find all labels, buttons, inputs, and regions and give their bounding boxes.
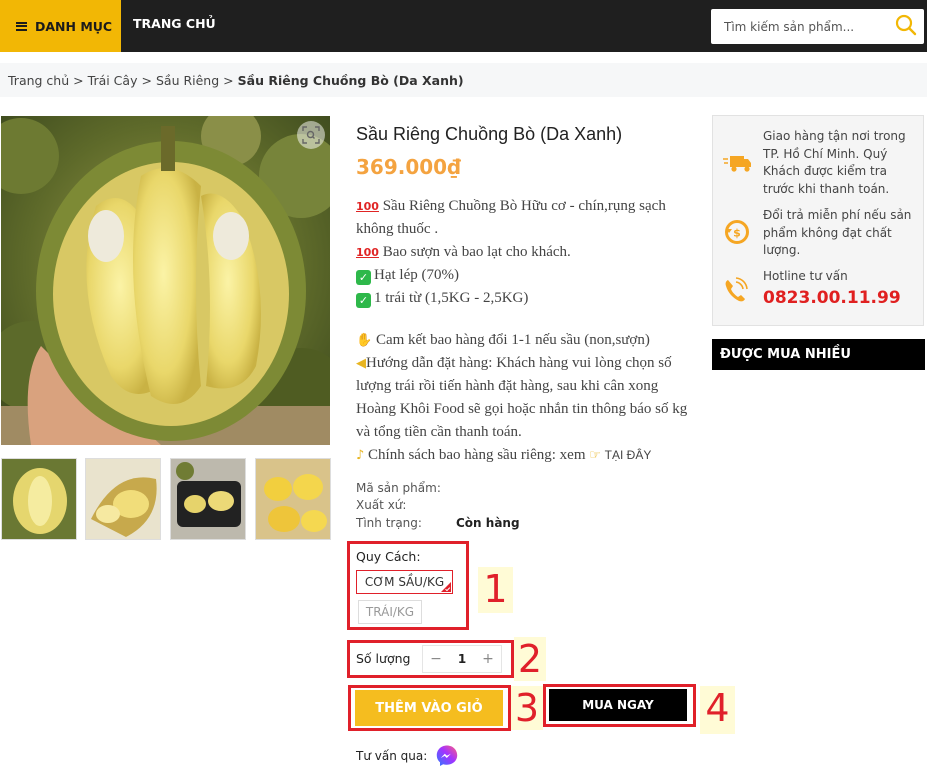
breadcrumb-separator: > bbox=[73, 72, 84, 88]
hundred-points-icon: 100 bbox=[356, 246, 379, 259]
shipping-policy-text: Giao hàng tận nơi trong TP. Hồ Chí Minh.… bbox=[763, 129, 906, 196]
search-bar bbox=[711, 9, 924, 44]
guide-text: Hướng dẫn đặt hàng: Khách hàng vui lòng … bbox=[356, 355, 688, 440]
policy-link[interactable]: TẠI ĐÂY bbox=[605, 448, 652, 462]
bell-icon: ♪ bbox=[356, 448, 365, 463]
variant-option-label: TRÁI/KG bbox=[365, 605, 415, 619]
product-main-image[interactable] bbox=[1, 116, 330, 445]
hotline-label: Hotline tư vấn bbox=[763, 269, 848, 283]
desc-line-3: Hạt lép (70%) bbox=[374, 267, 459, 283]
quantity-input[interactable]: 1 bbox=[449, 652, 475, 666]
delivery-truck-icon bbox=[723, 156, 751, 172]
breadcrumb-separator: > bbox=[141, 72, 152, 88]
nav-home-link[interactable]: TRANG CHỦ bbox=[133, 16, 216, 31]
origin-label: Xuất xứ: bbox=[356, 498, 407, 512]
handshake-icon: ✋ bbox=[356, 333, 373, 348]
variant-option-trai[interactable]: TRÁI/KG bbox=[358, 600, 422, 624]
megaphone-icon: ◀ bbox=[356, 356, 366, 371]
product-price: 369.000₫ bbox=[356, 155, 462, 179]
quantity-minus-button[interactable]: − bbox=[423, 651, 449, 667]
breadcrumb-fruit[interactable]: Trái Cây bbox=[88, 73, 138, 88]
check-icon: ✓ bbox=[356, 293, 371, 308]
desc-line-1: Sầu Riêng Chuồng Bò Hữu cơ - chín,rụng s… bbox=[356, 198, 666, 237]
product-title: Sầu Riêng Chuồng Bò (Da Xanh) bbox=[356, 124, 623, 144]
breadcrumb-home[interactable]: Trang chủ bbox=[8, 73, 69, 88]
annotation-number-1: 1 bbox=[478, 567, 513, 613]
product-thumbnail[interactable] bbox=[170, 458, 246, 540]
product-thumbnail[interactable] bbox=[1, 458, 77, 540]
breadcrumb-current: Sầu Riêng Chuồng Bò (Da Xanh) bbox=[237, 72, 464, 88]
hotline-number[interactable]: 0823.00.11.99 bbox=[763, 288, 901, 308]
hamburger-icon bbox=[16, 21, 27, 31]
svg-text:$: $ bbox=[733, 227, 741, 240]
annotation-number-4: 4 bbox=[700, 686, 735, 734]
desc-line-4: 1 trái từ (1,5KG - 2,5KG) bbox=[374, 290, 529, 306]
search-icon[interactable] bbox=[894, 13, 918, 37]
product-description: 100 Sầu Riêng Chuồng Bò Hữu cơ - chín,rụ… bbox=[356, 195, 696, 310]
service-policy-box: Giao hàng tận nơi trong TP. Hồ Chí Minh.… bbox=[712, 115, 924, 326]
buy-now-button[interactable]: MUA NGAY bbox=[549, 689, 687, 721]
pointing-hand-icon: ☞ bbox=[589, 448, 601, 463]
status-label: Tình trạng: bbox=[356, 516, 422, 530]
desc-line-2: Bao sượn và bao lạt cho khách. bbox=[382, 244, 571, 260]
best-seller-heading: ĐƯỢC MUA NHIỀU bbox=[712, 339, 925, 370]
annotation-number-2: 2 bbox=[514, 637, 546, 681]
breadcrumb-separator: > bbox=[223, 72, 234, 88]
quantity-label: Số lượng bbox=[356, 651, 411, 666]
selected-tick-icon bbox=[441, 582, 451, 592]
category-menu-button[interactable]: DANH MỤC bbox=[0, 0, 121, 52]
sku-label: Mã sản phẩm: bbox=[356, 481, 441, 495]
quantity-stepper: − 1 + bbox=[422, 645, 502, 673]
policy-text: Chính sách bao hàng sầu riêng: xem bbox=[368, 447, 586, 463]
return-refund-icon: $ bbox=[725, 220, 749, 244]
variant-option-com-sau[interactable]: CƠM SẦU/KG bbox=[356, 570, 453, 594]
add-to-cart-button[interactable]: THÊM VÀO GIỎ bbox=[355, 690, 503, 726]
status-value: Còn hàng bbox=[456, 516, 520, 530]
consult-row: Tư vấn qua: bbox=[356, 744, 459, 768]
variant-label: Quy Cách: bbox=[356, 549, 421, 564]
product-thumbnail[interactable] bbox=[85, 458, 161, 540]
category-menu-label: DANH MỤC bbox=[35, 18, 113, 34]
breadcrumb-durian[interactable]: Sầu Riêng bbox=[156, 73, 219, 88]
product-guide: ✋ Cam kết bao hàng đổi 1-1 nếu sầu (non,… bbox=[356, 329, 696, 467]
return-policy-text: Đổi trả miễn phí nếu sản phẩm không đạt … bbox=[763, 208, 912, 257]
breadcrumb: Trang chủ > Trái Cây > Sầu Riêng > Sầu R… bbox=[0, 63, 927, 97]
messenger-icon[interactable] bbox=[435, 744, 459, 768]
check-icon: ✓ bbox=[356, 270, 371, 285]
variant-option-label: CƠM SẦU/KG bbox=[364, 575, 445, 589]
phone-icon bbox=[725, 277, 748, 302]
product-thumbnail[interactable] bbox=[255, 458, 331, 540]
annotation-number-3: 3 bbox=[511, 686, 543, 730]
search-input[interactable] bbox=[711, 9, 891, 44]
zoom-icon[interactable] bbox=[297, 121, 325, 149]
quantity-plus-button[interactable]: + bbox=[475, 651, 501, 667]
hundred-points-icon: 100 bbox=[356, 200, 379, 213]
consult-label: Tư vấn qua: bbox=[356, 749, 428, 763]
commitment-text: Cam kết bao hàng đổi 1-1 nếu sầu (non,sư… bbox=[375, 332, 650, 348]
